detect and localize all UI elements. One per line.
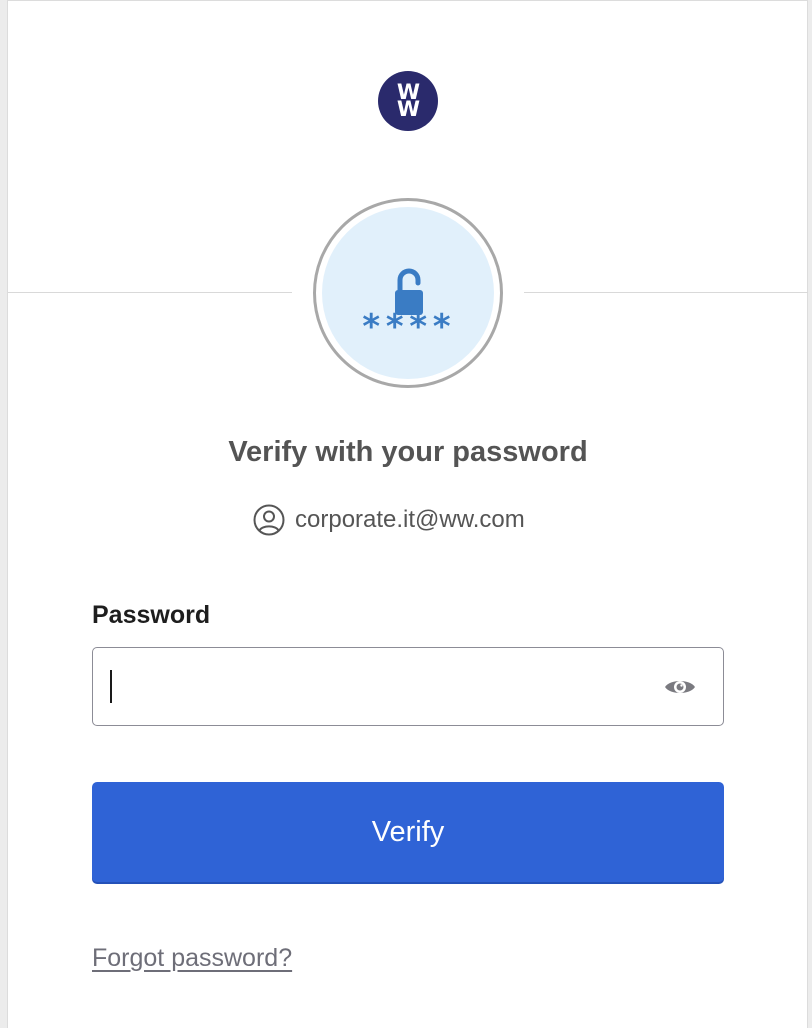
- verify-button[interactable]: Verify: [92, 782, 724, 882]
- lock-open-icon: [395, 268, 423, 315]
- forgot-password-link[interactable]: Forgot password?: [92, 944, 292, 973]
- user-email: corporate.it@ww.com: [295, 506, 525, 533]
- user-circle-icon: [253, 504, 285, 536]
- ww-logo: W W: [378, 71, 438, 131]
- text-caret: [110, 670, 112, 703]
- password-field[interactable]: [92, 647, 724, 726]
- user-identifier: corporate.it@ww.com: [253, 504, 525, 536]
- divider-right: [524, 292, 808, 293]
- page-title: Verify with your password: [228, 436, 588, 468]
- badge-inner-circle: ****: [322, 207, 494, 379]
- logo-letter-bottom: W: [396, 97, 420, 121]
- password-mask-text: ****: [361, 307, 455, 347]
- divider-left: [8, 292, 292, 293]
- password-label: Password: [92, 601, 211, 629]
- password-input[interactable]: [109, 662, 643, 712]
- eye-icon[interactable]: [663, 676, 697, 698]
- password-authenticator-badge: ****: [313, 198, 503, 388]
